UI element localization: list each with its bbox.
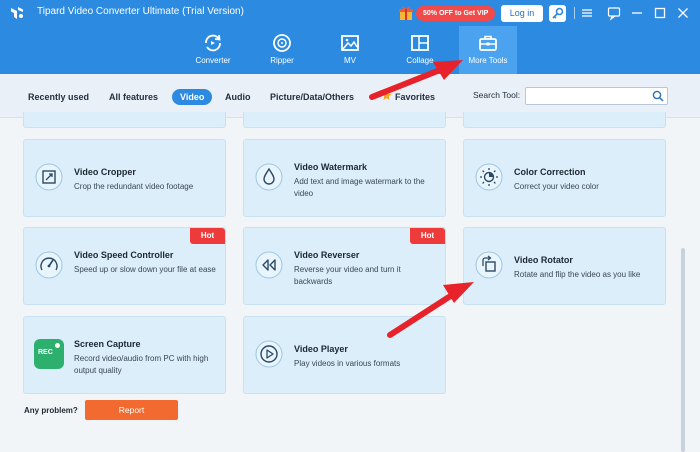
tool-card-video-player[interactable]: Video Player Play videos in various form… (243, 316, 446, 394)
rewind-icon (255, 251, 283, 279)
rec-icon-label: REC (38, 349, 53, 356)
any-problem-label: Any problem? (24, 406, 78, 415)
card-desc: Speed up or slow down your file at ease (74, 265, 216, 274)
card-desc: Add text and image watermark to the vide… (294, 177, 425, 198)
tool-card-video-rotator[interactable]: Video Rotator Rotate and flip the video … (463, 227, 666, 305)
login-button[interactable]: Log in (501, 5, 543, 22)
tab-all-features[interactable]: All features (109, 89, 158, 105)
crop-icon (35, 163, 63, 191)
search-label: Search Tool: (473, 90, 521, 100)
tool-card-video-reverser[interactable]: Hot Video Reverser Reverse your video an… (243, 227, 446, 305)
hot-badge: Hot (410, 228, 445, 244)
color-sun-icon (475, 163, 503, 191)
scrollbar-thumb[interactable] (681, 248, 685, 452)
nav-label: Converter (195, 56, 231, 65)
report-button[interactable]: Report (85, 400, 178, 420)
card-title: Color Correction (514, 167, 586, 177)
app-title: Tipard Video Converter Ultimate (Trial V… (37, 6, 244, 17)
card-title: Video Reverser (294, 250, 360, 260)
key-icon (552, 7, 564, 19)
card-desc: Crop the redundant video footage (74, 182, 194, 191)
tab-video[interactable]: Video (172, 89, 213, 105)
card-desc: Record video/audio from PC with high out… (74, 354, 209, 375)
nav-ripper[interactable]: Ripper (252, 26, 312, 74)
tool-card-color-correction[interactable]: Color Correction Correct your video colo… (463, 139, 666, 217)
nav-more-tools[interactable]: More Tools (459, 26, 517, 74)
menu-icon[interactable] (578, 4, 596, 22)
tool-card-partial[interactable] (23, 112, 226, 128)
ripper-icon (273, 34, 291, 52)
gift-icon[interactable] (398, 5, 414, 21)
tab-audio[interactable]: Audio (225, 89, 251, 105)
app-logo-icon (11, 7, 23, 19)
maximize-icon[interactable] (651, 4, 669, 22)
converter-icon (205, 34, 221, 52)
tab-favorites[interactable]: Favorites (395, 89, 435, 105)
nav-converter[interactable]: Converter (182, 26, 244, 74)
watermark-drop-icon (255, 163, 283, 191)
rotate-icon (475, 251, 503, 279)
tool-card-video-watermark[interactable]: Video Watermark Add text and image water… (243, 139, 446, 217)
hot-badge: Hot (190, 228, 225, 244)
tool-card-partial[interactable] (243, 112, 446, 128)
collage-icon (411, 35, 429, 51)
minimize-icon[interactable] (628, 4, 646, 22)
play-icon (255, 340, 283, 368)
title-bar: Tipard Video Converter Ultimate (Trial V… (0, 0, 700, 26)
nav-label: Collage (406, 56, 434, 65)
nav-mv[interactable]: MV (320, 26, 380, 74)
card-desc: Rotate and flip the video as you like (514, 270, 641, 279)
card-title: Video Rotator (514, 255, 573, 265)
app-header: Tipard Video Converter Ultimate (Trial V… (0, 0, 700, 74)
tool-card-screen-capture[interactable]: REC Screen Capture Record video/audio fr… (23, 316, 226, 394)
vip-promo-badge[interactable]: 50% OFF to Get VIP (416, 6, 496, 21)
mv-icon (341, 35, 359, 51)
card-title: Video Speed Controller (74, 250, 174, 260)
tool-card-video-speed-controller[interactable]: Hot Video Speed Controller Speed up or s… (23, 227, 226, 305)
register-key-button[interactable] (549, 5, 566, 22)
card-title: Video Watermark (294, 162, 368, 172)
star-icon (381, 90, 392, 101)
nav-label: MV (344, 56, 356, 65)
search-input[interactable] (525, 87, 668, 105)
search-icon[interactable] (652, 90, 664, 102)
tool-card-video-cropper[interactable]: Video Cropper Crop the redundant video f… (23, 139, 226, 217)
nav-label: Ripper (270, 56, 294, 65)
tab-picture-data-others[interactable]: Picture/Data/Others (270, 89, 354, 105)
card-desc: Play videos in various formats (294, 359, 401, 368)
nav-label: More Tools (468, 56, 508, 65)
toolbox-icon (479, 35, 497, 51)
close-icon[interactable] (674, 4, 692, 22)
card-title: Video Player (294, 344, 348, 354)
card-title: Screen Capture (74, 339, 141, 349)
card-title: Video Cropper (74, 167, 136, 177)
card-desc: Correct your video color (514, 182, 599, 191)
feedback-icon[interactable] (605, 4, 623, 22)
card-desc: Reverse your video and turn it backwards (294, 265, 401, 286)
nav-collage[interactable]: Collage (390, 26, 450, 74)
rec-dot (55, 343, 60, 348)
tool-card-partial[interactable] (463, 112, 666, 128)
title-separator (574, 7, 575, 19)
rec-icon: REC (34, 339, 64, 369)
speedometer-icon (35, 251, 63, 279)
tab-recently-used[interactable]: Recently used (28, 89, 89, 105)
